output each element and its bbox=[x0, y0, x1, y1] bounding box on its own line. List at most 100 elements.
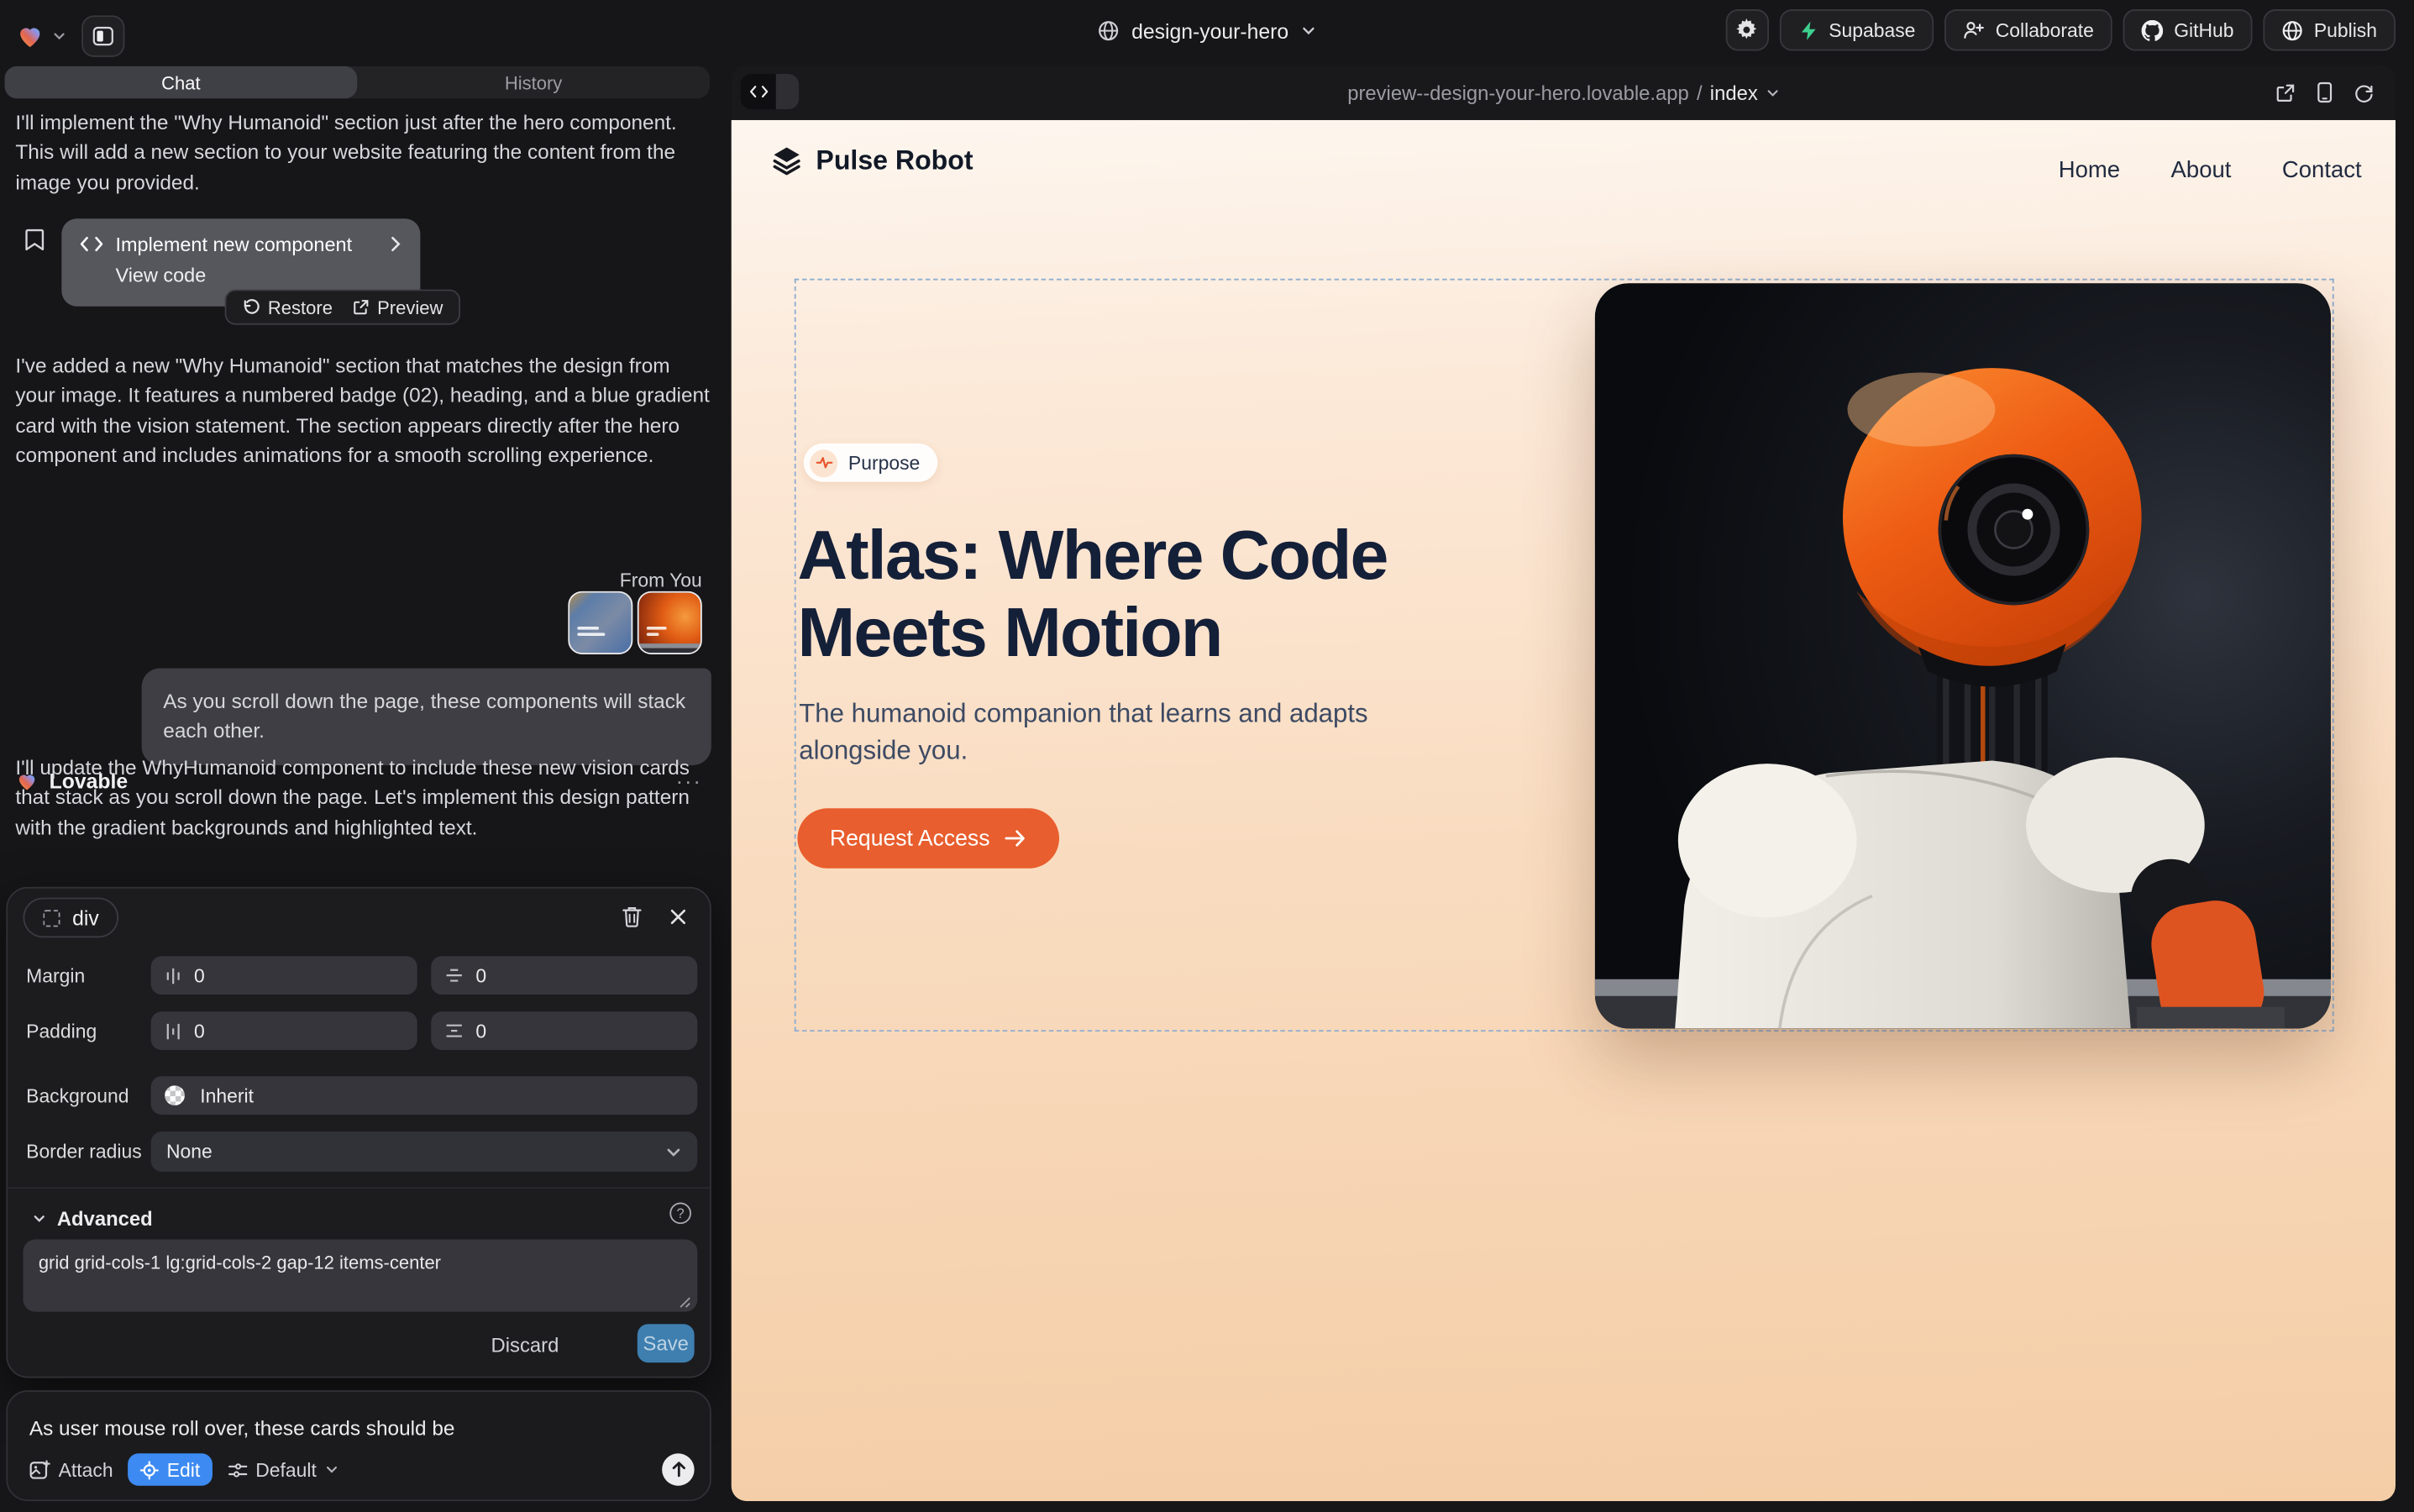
component-card-title: Implement new component bbox=[115, 233, 352, 255]
url-page-selector[interactable]: index bbox=[1710, 81, 1758, 103]
site-nav: Home About Contact bbox=[2059, 157, 2362, 183]
target-icon bbox=[141, 1461, 160, 1479]
chat-tab-bar: Chat History bbox=[4, 66, 709, 98]
tab-chat[interactable]: Chat bbox=[4, 66, 357, 98]
selected-element-pill[interactable]: div bbox=[23, 898, 118, 938]
advanced-chevron-icon bbox=[32, 1211, 45, 1225]
sidebar-toggle-button[interactable] bbox=[81, 15, 124, 56]
margin-y-input[interactable]: 0 bbox=[431, 956, 697, 995]
user-note-text: As you scroll down the page, these compo… bbox=[163, 686, 690, 746]
attach-image-icon bbox=[29, 1460, 51, 1480]
chat-composer: As user mouse roll over, these cards sho… bbox=[6, 1390, 711, 1501]
settings-gear-button[interactable] bbox=[1725, 9, 1768, 50]
github-icon bbox=[2142, 19, 2164, 41]
from-you-label: From You bbox=[620, 570, 702, 591]
margin-label: Margin bbox=[26, 965, 85, 987]
composer-input[interactable]: As user mouse roll over, these cards sho… bbox=[29, 1416, 455, 1439]
dashed-selection-icon bbox=[43, 909, 60, 926]
transparent-swatch-icon bbox=[165, 1085, 185, 1105]
site-logo[interactable]: Pulse Robot bbox=[769, 143, 973, 176]
supabase-label: Supabase bbox=[1829, 19, 1915, 41]
purpose-badge: Purpose bbox=[804, 444, 937, 482]
code-icon bbox=[80, 235, 102, 252]
background-label: Background bbox=[26, 1085, 129, 1107]
pulse-icon bbox=[810, 449, 837, 476]
margin-x-input[interactable]: 0 bbox=[151, 956, 417, 995]
padding-y-icon bbox=[445, 1022, 464, 1039]
collaborate-button[interactable]: Collaborate bbox=[1944, 9, 2112, 50]
attach-button[interactable]: Attach bbox=[29, 1459, 113, 1481]
project-name: design-your-hero bbox=[1131, 19, 1288, 42]
selected-element-tag: div bbox=[72, 906, 99, 929]
hero-subheading: The humanoid companion that learns and a… bbox=[799, 696, 1387, 769]
margin-y-icon bbox=[445, 967, 464, 984]
margin-x-icon bbox=[165, 966, 181, 984]
open-in-new-window-icon[interactable] bbox=[2275, 82, 2296, 102]
github-button[interactable]: GitHub bbox=[2123, 9, 2253, 50]
padding-label: Padding bbox=[26, 1021, 97, 1042]
preview-url: preview--design-your-hero.lovable.app / … bbox=[732, 65, 2396, 120]
border-radius-label: Border radius bbox=[26, 1141, 142, 1163]
request-access-button[interactable]: Request Access bbox=[797, 808, 1059, 868]
logo-menu-chevron-icon[interactable] bbox=[52, 29, 66, 43]
preview-pane: preview--design-your-hero.lovable.app / … bbox=[732, 65, 2396, 1501]
supabase-button[interactable]: Supabase bbox=[1780, 9, 1934, 50]
element-inspector-panel: div Margin 0 0 Padding 0 0 Background bbox=[6, 887, 711, 1378]
tailwind-classes-textarea[interactable]: grid grid-cols-1 lg:grid-cols-2 gap-12 i… bbox=[23, 1239, 697, 1311]
padding-x-icon bbox=[165, 1021, 181, 1040]
border-radius-select[interactable]: None bbox=[151, 1131, 698, 1172]
attachment-thumbnail-blue[interactable] bbox=[568, 591, 632, 654]
top-bar: design-your-hero Supabase Collaborate Gi… bbox=[0, 0, 2414, 61]
resize-handle-icon[interactable] bbox=[679, 1296, 691, 1309]
sliders-icon bbox=[228, 1461, 248, 1479]
nav-about[interactable]: About bbox=[2171, 157, 2232, 183]
save-button[interactable]: Save bbox=[638, 1324, 695, 1362]
lovable-app-window: design-your-hero Supabase Collaborate Gi… bbox=[0, 0, 2414, 1512]
badge-label: Purpose bbox=[848, 452, 920, 474]
help-icon[interactable]: ? bbox=[669, 1202, 691, 1224]
attachment-thumbnail-orange[interactable] bbox=[638, 591, 702, 654]
chevron-down-icon bbox=[665, 1143, 682, 1160]
tab-history[interactable]: History bbox=[357, 66, 710, 98]
nav-contact[interactable]: Contact bbox=[2282, 157, 2362, 183]
github-label: GitHub bbox=[2174, 19, 2233, 41]
model-chevron-icon bbox=[324, 1462, 338, 1476]
send-button[interactable] bbox=[662, 1453, 694, 1485]
close-inspector-icon[interactable] bbox=[669, 908, 686, 925]
collaborate-people-icon bbox=[1963, 20, 1985, 40]
view-code-link[interactable]: View code bbox=[115, 263, 401, 286]
restore-button[interactable]: Restore bbox=[242, 297, 333, 318]
project-chevron-icon bbox=[1301, 23, 1316, 38]
external-link-icon bbox=[353, 299, 370, 316]
publish-globe-icon bbox=[2281, 19, 2303, 41]
assistant-message-1: I'll implement the "Why Humanoid" sectio… bbox=[15, 108, 708, 197]
publish-label: Publish bbox=[2314, 19, 2377, 41]
bookmark-icon[interactable] bbox=[24, 228, 45, 252]
chevron-right-icon bbox=[390, 235, 402, 252]
background-input[interactable]: Inherit bbox=[151, 1076, 698, 1115]
robot-hero-image bbox=[1595, 283, 2331, 1028]
refresh-icon[interactable] bbox=[2354, 82, 2375, 102]
hero-heading: Atlas: Where Code Meets Motion bbox=[797, 517, 1462, 671]
edit-mode-button[interactable]: Edit bbox=[129, 1453, 213, 1485]
restore-icon bbox=[242, 298, 260, 317]
model-selector[interactable]: Default bbox=[228, 1459, 338, 1481]
site-preview: Pulse Robot Home About Contact Purpose A… bbox=[732, 120, 2396, 1501]
lovable-logo-icon[interactable] bbox=[15, 22, 45, 51]
project-switcher[interactable]: design-your-hero bbox=[1098, 0, 1316, 61]
assistant-message-2: I've added a new "Why Humanoid" section … bbox=[15, 351, 711, 470]
advanced-section-header[interactable]: Advanced ? bbox=[8, 1187, 710, 1239]
padding-y-input[interactable]: 0 bbox=[431, 1011, 697, 1050]
nav-home[interactable]: Home bbox=[2059, 157, 2120, 183]
delete-element-icon[interactable] bbox=[622, 906, 642, 928]
site-brand-name: Pulse Robot bbox=[816, 144, 973, 176]
mobile-view-icon[interactable] bbox=[2317, 81, 2333, 103]
project-globe-icon bbox=[1098, 20, 1120, 42]
publish-button[interactable]: Publish bbox=[2263, 9, 2396, 50]
discard-button[interactable]: Discard bbox=[491, 1333, 559, 1356]
collaborate-label: Collaborate bbox=[1996, 19, 2094, 41]
preview-button[interactable]: Preview bbox=[353, 297, 443, 318]
padding-x-input[interactable]: 0 bbox=[151, 1011, 417, 1050]
version-actions: Restore Preview bbox=[225, 290, 460, 325]
arrow-right-icon bbox=[1004, 828, 1026, 848]
